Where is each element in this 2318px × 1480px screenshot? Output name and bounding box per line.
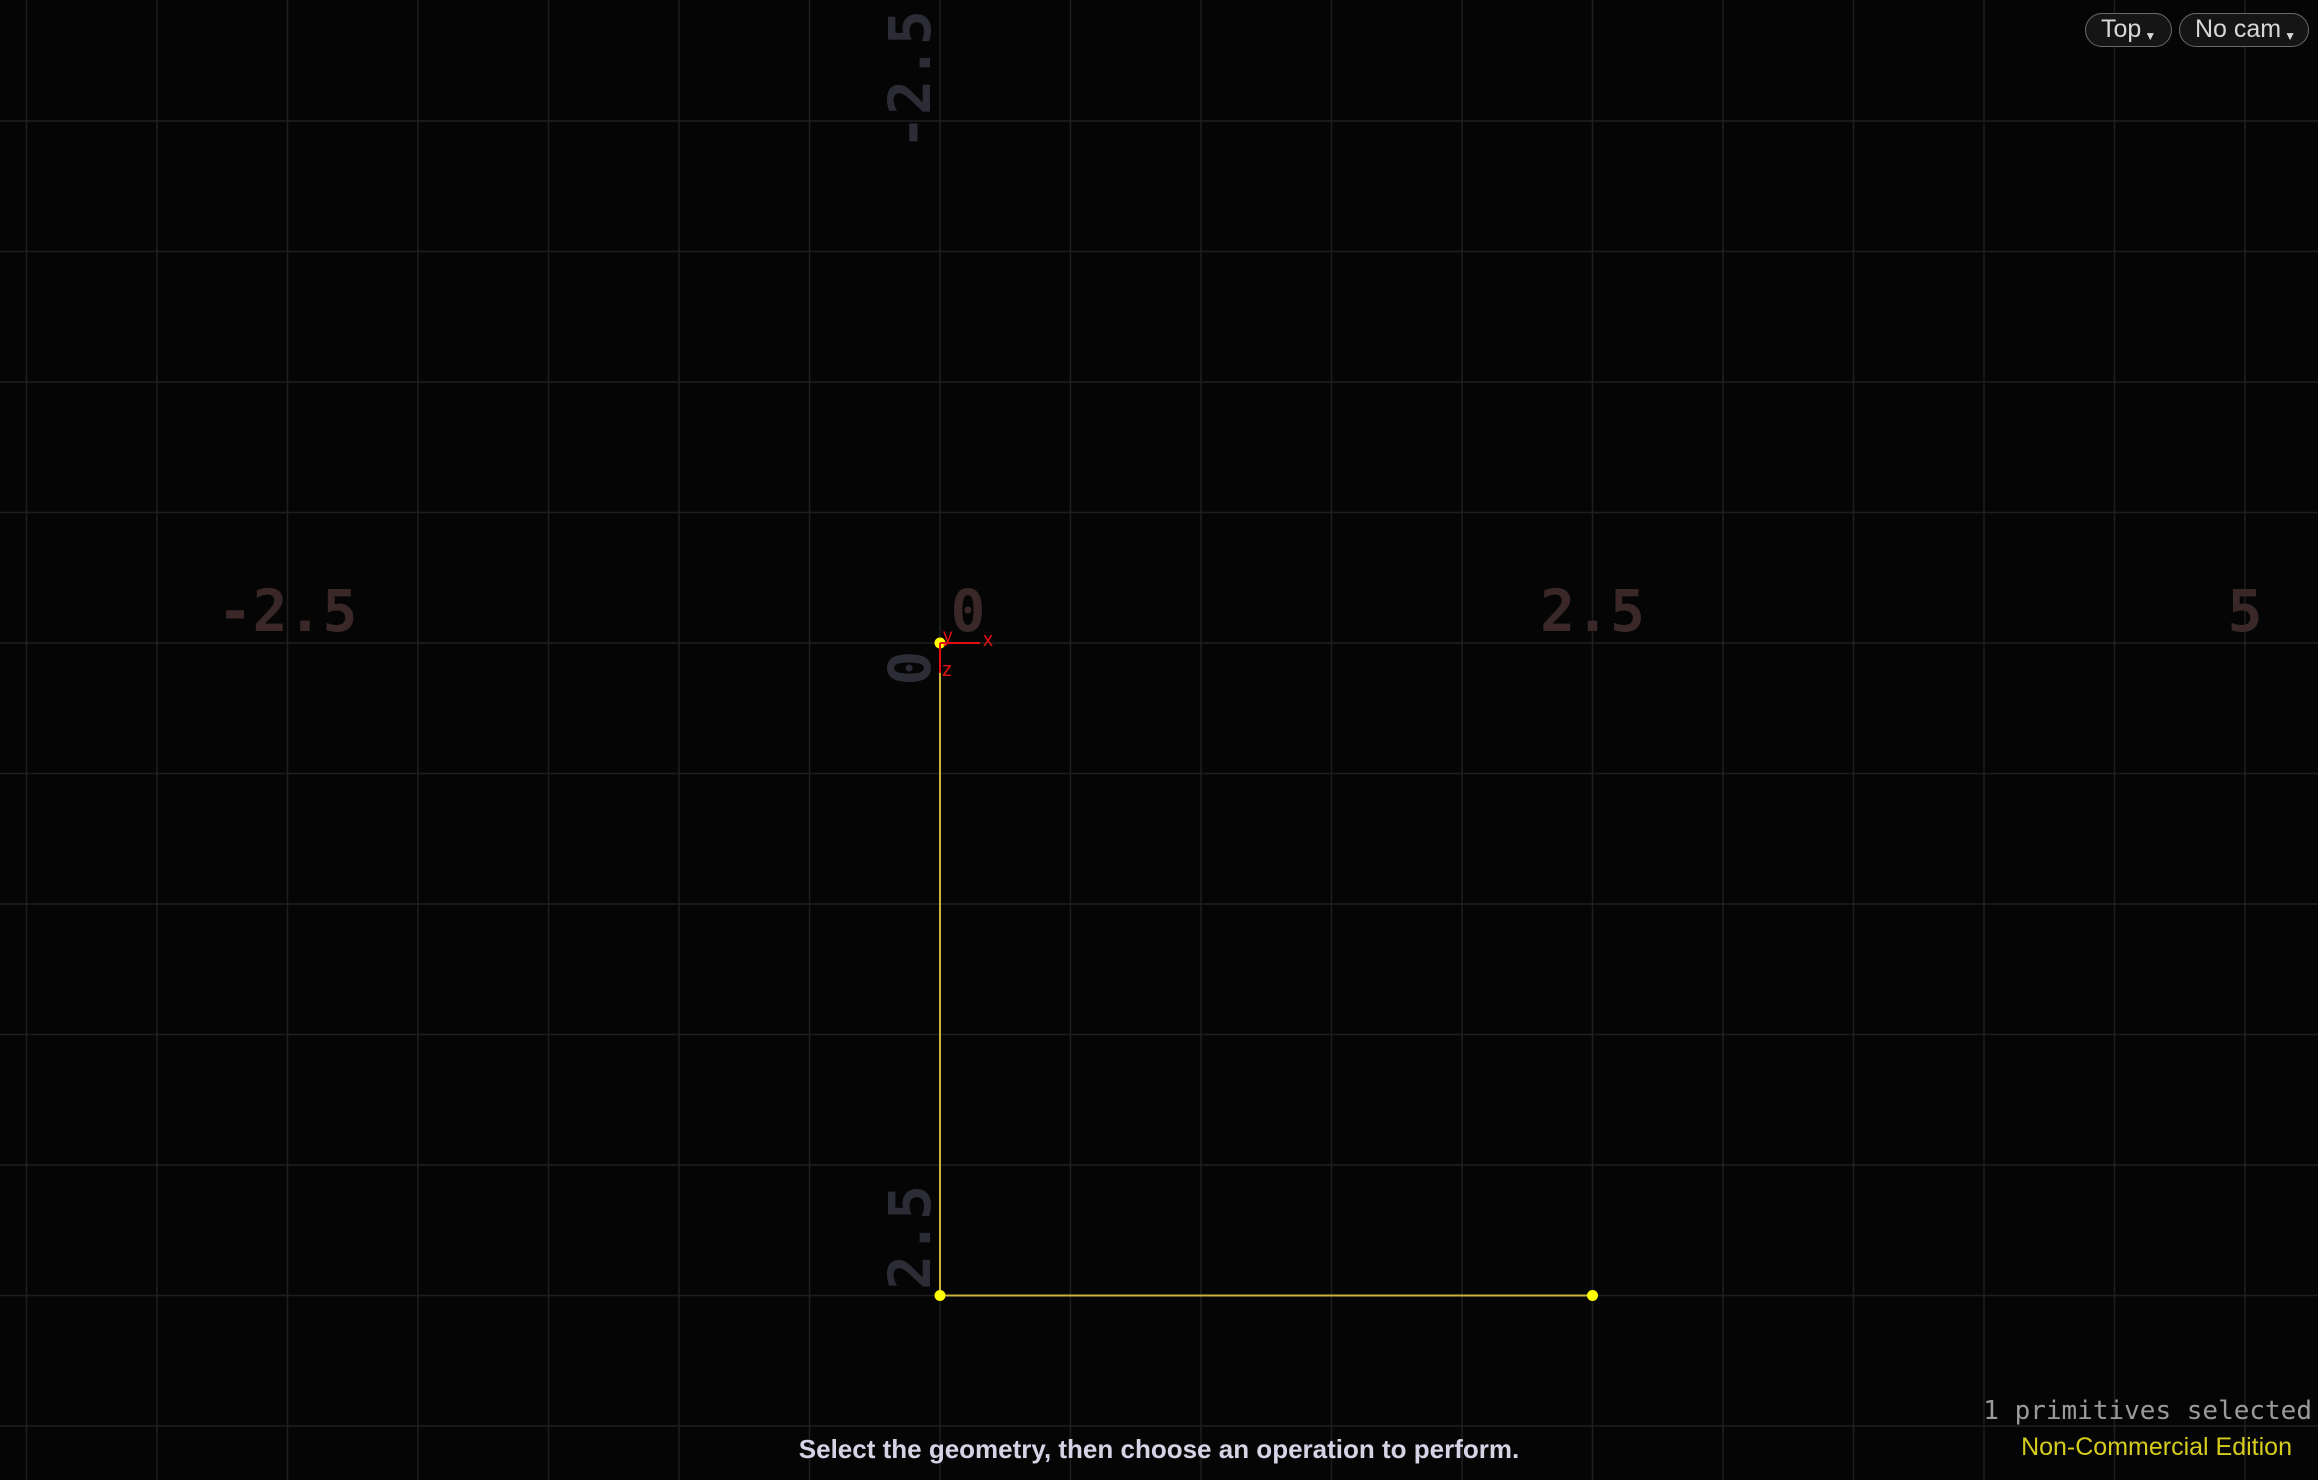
z-axis-label: -2.5 (876, 10, 944, 150)
view-menu-button[interactable]: Top ▼ (2085, 13, 2172, 47)
scene-viewport[interactable]: -2.5 0 2.5 5 -2.5 0 2.5 xyz Top ▼ No cam ▼ 1 pri… (0, 0, 2318, 1480)
gnomon-y-label: y (943, 626, 953, 647)
gnomon-x-label: x (983, 629, 993, 651)
x-axis-label: -2.5 (218, 577, 358, 645)
view-menu-label: Top (2101, 15, 2142, 43)
caret-down-icon: ▼ (2144, 29, 2157, 43)
caret-down-icon: ▼ (2284, 29, 2297, 43)
grid-axis-labels: -2.5 0 2.5 5 -2.5 0 2.5 (218, 10, 2263, 1290)
curve-point[interactable] (1587, 1290, 1598, 1301)
gnomon-z-label: z (942, 659, 952, 681)
x-axis-label: 5 (2228, 577, 2263, 645)
scene-canvas[interactable]: -2.5 0 2.5 5 -2.5 0 2.5 x yz (0, 0, 2318, 1480)
curve-point[interactable] (934, 1290, 946, 1301)
curve-geometry[interactable] (934, 637, 1599, 1302)
x-axis-label: 2.5 (1540, 577, 1645, 645)
selection-info: 1 primitives selected (1983, 1396, 2312, 1426)
z-axis-label: 0 (876, 651, 944, 686)
construction-grid (0, 0, 2318, 1480)
camera-menu-label: No cam (2195, 15, 2282, 43)
z-axis-label: 2.5 (876, 1185, 944, 1290)
status-hint: Select the geometry, then choose an oper… (798, 1434, 1520, 1464)
x-axis-label: 0 (951, 577, 986, 645)
camera-menu-button[interactable]: No cam ▼ (2179, 13, 2309, 47)
curve-polyline[interactable] (939, 643, 1593, 1297)
